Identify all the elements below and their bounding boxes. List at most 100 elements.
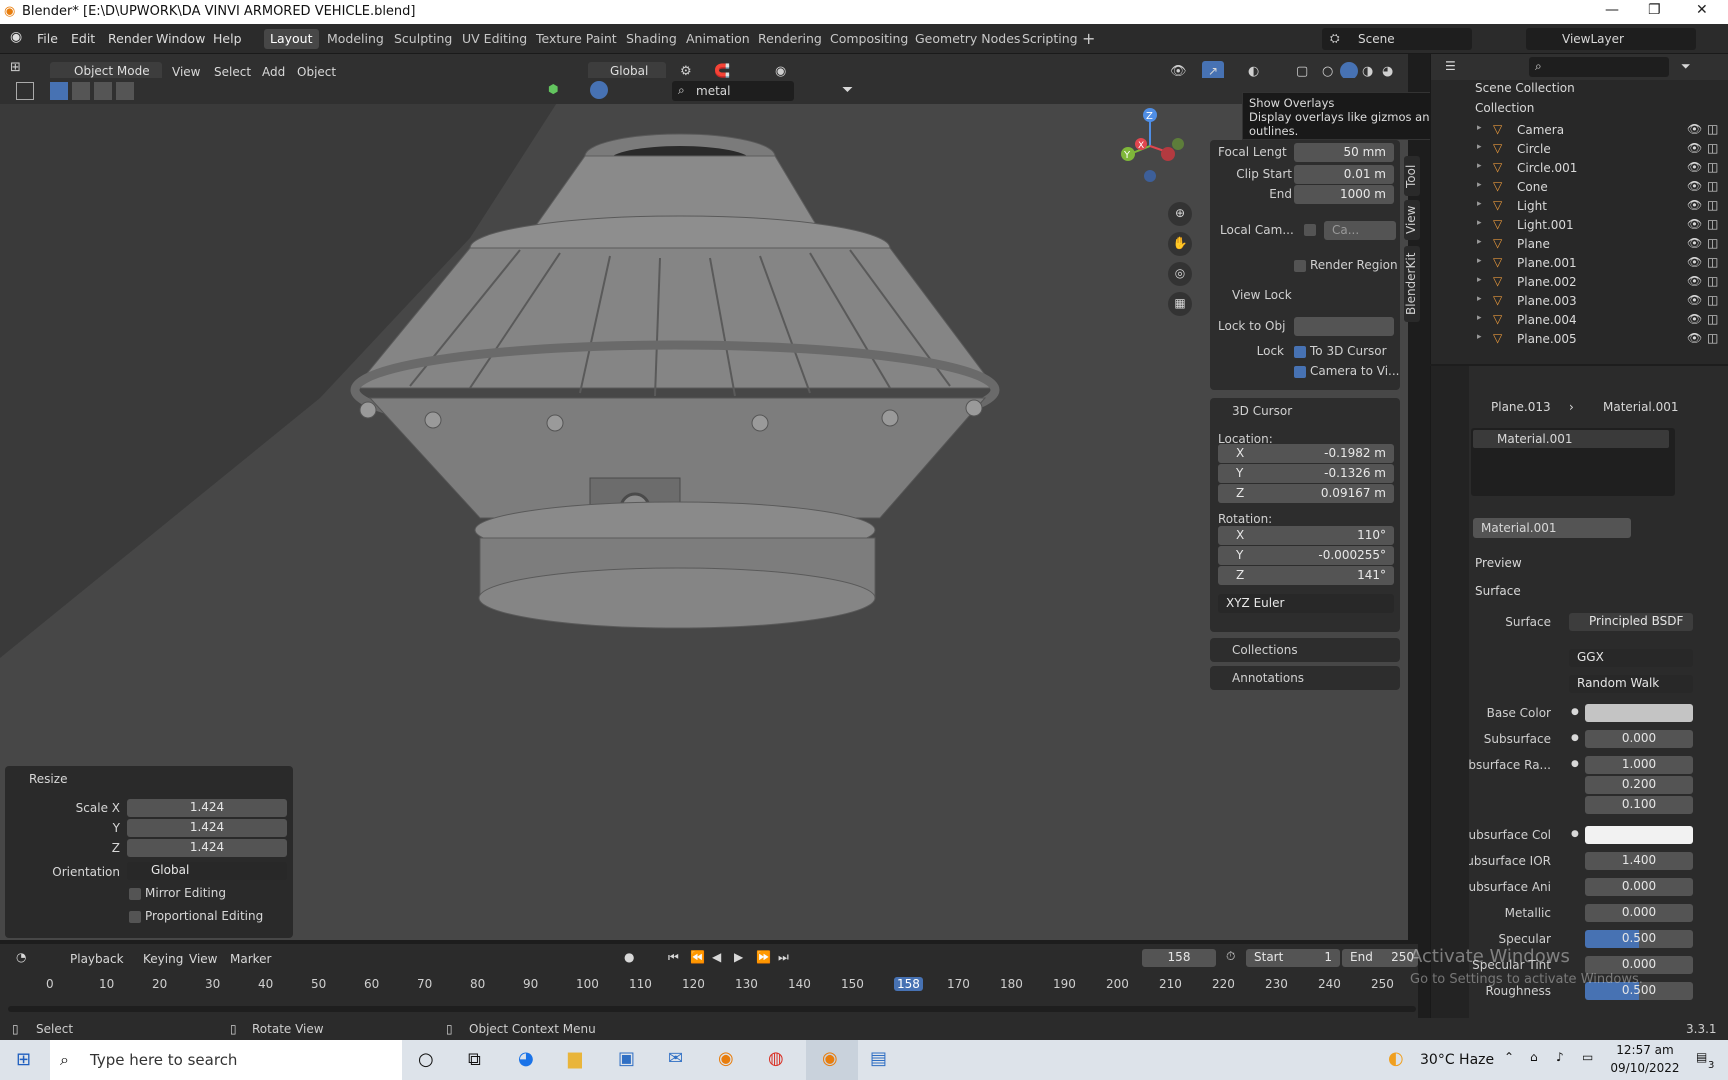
camera-render-icon[interactable]: ◫: [1707, 255, 1718, 269]
tray-chevron-icon[interactable]: ⌃: [1504, 1050, 1514, 1064]
add-workspace-icon[interactable]: +: [1082, 29, 1095, 48]
expand-arrow-icon[interactable]: ▸: [1477, 180, 1482, 190]
eye-icon[interactable]: 👁: [1687, 160, 1702, 174]
param-socket-icon[interactable]: ●: [1571, 829, 1579, 839]
clock-date[interactable]: 09/10/2022: [1610, 1061, 1680, 1075]
outliner-row[interactable]: ▸ ▽ Plane.003 👁 ◫: [1431, 291, 1728, 311]
next-key-icon[interactable]: ⏩: [756, 950, 771, 964]
grid-perspective-icon[interactable]: ▦: [1168, 292, 1192, 316]
play-icon[interactable]: ▶: [734, 950, 743, 964]
clock-time[interactable]: 12:57 am: [1610, 1043, 1680, 1057]
timeline-editor-icon[interactable]: ◔: [16, 950, 26, 964]
rendered-shading-icon[interactable]: ◕: [1382, 64, 1393, 79]
outliner-row[interactable]: ▸ ▽ Plane 👁 ◫: [1431, 234, 1728, 254]
eye-icon[interactable]: 👁: [1687, 236, 1702, 250]
camera-render-icon[interactable]: ◫: [1707, 293, 1718, 307]
cursor-rot-y-field[interactable]: Y -0.000255°: [1218, 546, 1394, 565]
expand-arrow-icon[interactable]: ▸: [1477, 275, 1482, 285]
distribution-dropdown[interactable]: GGX: [1569, 649, 1693, 667]
tab-geometry-nodes[interactable]: Geometry Nodes: [909, 29, 1026, 49]
tab-compositing[interactable]: Compositing: [824, 29, 914, 49]
resize-orientation-dropdown[interactable]: Global: [127, 862, 287, 880]
camera-view-icon[interactable]: ◎: [1168, 262, 1192, 286]
expand-arrow-icon[interactable]: ▸: [1477, 294, 1482, 304]
zoom-icon[interactable]: ⊕: [1168, 202, 1192, 226]
play-reverse-icon[interactable]: ◀: [712, 950, 721, 964]
overlays-icon[interactable]: ◐: [1248, 64, 1259, 79]
expand-arrow-icon[interactable]: ▸: [1477, 237, 1482, 247]
menu-help[interactable]: Help: [213, 31, 242, 46]
camera-render-icon[interactable]: ◫: [1707, 217, 1718, 231]
jump-start-icon[interactable]: ⏮: [668, 950, 679, 965]
outliner-search[interactable]: ⌕: [1529, 57, 1669, 77]
eye-icon[interactable]: 👁: [1687, 141, 1702, 155]
timeline-scrollbar[interactable]: [8, 1006, 1416, 1012]
store-icon[interactable]: ▣: [618, 1048, 635, 1069]
blender-menu-icon[interactable]: ◉: [10, 29, 22, 45]
param-field[interactable]: [1585, 826, 1693, 844]
surface-section[interactable]: Surface: [1475, 584, 1521, 598]
menu-file[interactable]: File: [37, 31, 58, 46]
end-frame-field[interactable]: End 250: [1342, 949, 1418, 967]
clip-end-field[interactable]: 1000 m: [1294, 185, 1394, 204]
timeline-view-menu[interactable]: View: [189, 952, 217, 966]
expand-arrow-icon[interactable]: ▸: [1477, 218, 1482, 228]
expand-arrow-icon[interactable]: ▸: [1477, 256, 1482, 266]
param-socket-icon[interactable]: ●: [1571, 759, 1579, 769]
sidebar-tab-tool[interactable]: Tool: [1404, 156, 1420, 196]
proportional-editing-checkbox[interactable]: [129, 911, 141, 923]
navigation-gizmo[interactable]: Z Y X: [1110, 106, 1190, 186]
camera-render-icon[interactable]: ◫: [1707, 160, 1718, 174]
local-camera-field[interactable]: Ca...: [1324, 221, 1396, 240]
scale-z-field[interactable]: 1.424: [127, 839, 287, 857]
param-field[interactable]: 0.000: [1585, 904, 1693, 922]
minimize-button[interactable]: —: [1605, 2, 1619, 18]
wireframe-shading-icon[interactable]: ○: [1322, 64, 1333, 79]
close-button[interactable]: ✕: [1696, 2, 1708, 18]
param-field[interactable]: 0.100: [1585, 796, 1693, 814]
record-icon[interactable]: ●: [624, 950, 634, 964]
outliner-row[interactable]: ▸ ▽ Plane.002 👁 ◫: [1431, 272, 1728, 292]
cortana-icon[interactable]: ○: [418, 1049, 434, 1070]
tab-modeling[interactable]: Modeling: [321, 29, 390, 49]
outliner-row[interactable]: ▸ ▽ Circle.001 👁 ◫: [1431, 158, 1728, 178]
outliner-row[interactable]: ▸ ▽ Circle 👁 ◫: [1431, 139, 1728, 159]
search-field[interactable]: ⌕ metal: [672, 81, 794, 101]
param-field[interactable]: [1585, 704, 1693, 722]
cursor-rot-z-field[interactable]: Z 141°: [1218, 566, 1394, 585]
expand-arrow-icon[interactable]: ▸: [1477, 199, 1482, 209]
eye-icon[interactable]: 👁: [1687, 255, 1702, 269]
outliner-row[interactable]: ▸ ▽ Plane.004 👁 ◫: [1431, 310, 1728, 330]
param-socket-icon[interactable]: ●: [1571, 733, 1579, 743]
to-3d-cursor-checkbox[interactable]: [1294, 346, 1306, 358]
material-shading-icon[interactable]: ◑: [1362, 64, 1373, 79]
scale-x-field[interactable]: 1.424: [127, 799, 287, 817]
blender-active-taskbar-icon[interactable]: ◉: [806, 1040, 858, 1080]
expand-arrow-icon[interactable]: ▸: [1477, 161, 1482, 171]
select-menu[interactable]: Select: [214, 65, 251, 79]
object-filter-icon[interactable]: ⬢: [548, 82, 558, 96]
param-field[interactable]: 0.000: [1585, 878, 1693, 896]
pivot-icon[interactable]: ⚙: [680, 64, 692, 79]
collections-panel[interactable]: Collections: [1210, 638, 1400, 662]
keying-menu[interactable]: Keying: [143, 952, 183, 966]
menu-window[interactable]: Window: [156, 31, 205, 46]
mirror-editing-checkbox[interactable]: [129, 888, 141, 900]
tab-layout[interactable]: Layout: [264, 29, 319, 49]
photos-icon[interactable]: ▤: [870, 1048, 887, 1069]
camera-render-icon[interactable]: ◫: [1707, 141, 1718, 155]
clip-start-field[interactable]: 0.01 m: [1294, 165, 1394, 184]
collection-label[interactable]: Collection: [1475, 101, 1534, 115]
select-box-subtract-icon[interactable]: [94, 82, 112, 100]
focal-length-field[interactable]: 50 mm: [1294, 143, 1394, 162]
menu-edit[interactable]: Edit: [71, 31, 95, 46]
filter-funnel-icon[interactable]: ⏷: [842, 82, 853, 98]
surface-shader-field[interactable]: Principled BSDF: [1569, 613, 1693, 631]
mail-icon[interactable]: ✉: [668, 1048, 683, 1069]
eye-icon[interactable]: 👁: [1687, 312, 1702, 326]
view-lock-header[interactable]: View Lock: [1232, 288, 1292, 302]
eye-icon[interactable]: 👁: [1687, 293, 1702, 307]
resize-title[interactable]: Resize: [29, 772, 67, 786]
filter-shading-icon[interactable]: [590, 81, 608, 99]
outliner-row[interactable]: ▸ ▽ Light 👁 ◫: [1431, 196, 1728, 216]
